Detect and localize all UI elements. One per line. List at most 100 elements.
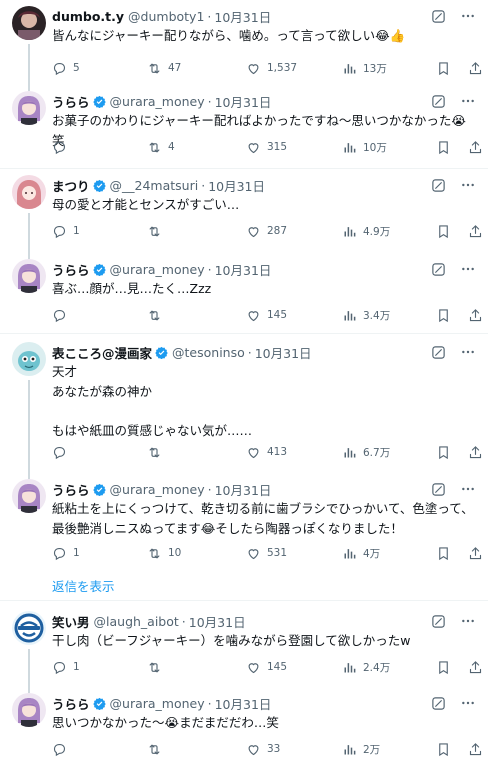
display-name[interactable]: うらら [52,92,90,111]
views-button[interactable]: 4万 [342,543,380,563]
bookmark-button[interactable] [436,305,451,325]
more-icon[interactable] [460,177,476,193]
tweet-date[interactable]: 10月31日 [215,92,272,111]
user-handle[interactable]: @__24matsuri [110,178,199,193]
views-button[interactable]: 2万 [342,739,380,759]
display-name[interactable]: 笑い男 [52,612,90,631]
bookmark-button[interactable] [436,657,451,677]
share-button[interactable] [468,137,483,157]
grok-icon[interactable] [431,9,446,24]
views-button[interactable]: 10万 [342,137,387,157]
grok-icon[interactable] [431,614,446,629]
user-handle[interactable]: @laugh_aibot [94,614,179,629]
like-button[interactable]: 287 [246,221,287,241]
share-button[interactable] [468,657,483,677]
user-handle[interactable]: @urara_money [110,696,205,711]
retweet-icon [147,140,168,155]
bookmark-button[interactable] [436,543,451,563]
more-icon[interactable] [460,8,476,24]
grok-icon[interactable] [431,262,446,277]
share-button[interactable] [468,221,483,241]
views-button[interactable]: 2.4万 [342,657,390,677]
tweet-date[interactable]: 10月31日 [255,343,312,362]
like-count: 145 [267,661,288,673]
retweet-button[interactable] [147,657,168,677]
more-icon[interactable] [460,613,476,629]
avatar[interactable] [12,6,46,40]
grok-icon[interactable] [431,696,446,711]
tweet-date[interactable]: 10月31日 [215,694,272,713]
retweet-button[interactable]: 4 [147,137,175,157]
grok-icon[interactable] [431,178,446,193]
reply-button[interactable] [52,137,73,157]
display-name[interactable]: 表こころ@漫画家 [52,343,152,362]
bookmark-button[interactable] [436,442,451,462]
bookmark-button[interactable] [436,221,451,241]
like-button[interactable]: 33 [246,739,280,759]
more-icon[interactable] [460,93,476,109]
reply-button[interactable] [52,739,73,759]
share-button[interactable] [468,739,483,759]
views-button[interactable]: 4.9万 [342,221,390,241]
share-button[interactable] [468,543,483,563]
views-button[interactable]: 13万 [342,58,387,78]
user-handle[interactable]: @urara_money [110,262,205,277]
display-name[interactable]: dumbo.t.y [52,9,124,24]
retweet-button[interactable] [147,305,168,325]
more-icon[interactable] [460,261,476,277]
grok-icon[interactable] [431,94,446,109]
more-icon[interactable] [460,695,476,711]
avatar[interactable] [12,611,46,645]
user-handle[interactable]: @dumboty1 [128,9,204,24]
like-button[interactable]: 145 [246,657,287,677]
tweet-date[interactable]: 10月31日 [215,260,272,279]
share-button[interactable] [468,58,483,78]
tweet-date[interactable]: 10月31日 [189,612,246,631]
tweet-date[interactable]: 10月31日 [214,7,271,26]
avatar[interactable] [12,175,46,209]
reply-button[interactable]: 1 [52,543,80,563]
bookmark-button[interactable] [436,58,451,78]
like-button[interactable]: 1,537 [246,58,297,78]
reply-button[interactable]: 1 [52,221,80,241]
reply-button[interactable] [52,442,73,462]
like-button[interactable]: 145 [246,305,287,325]
avatar[interactable] [12,91,46,125]
user-handle[interactable]: @urara_money [110,94,205,109]
avatar[interactable] [12,342,46,376]
like-button[interactable]: 531 [246,543,287,563]
share-button[interactable] [468,305,483,325]
retweet-button[interactable] [147,442,168,462]
avatar[interactable] [12,693,46,727]
views-button[interactable]: 3.4万 [342,305,390,325]
tweet-date[interactable]: 10月31日 [208,176,265,195]
grok-icon[interactable] [431,482,446,497]
views-button[interactable]: 6.7万 [342,442,390,462]
like-button[interactable]: 315 [246,137,287,157]
reply-icon [52,308,73,323]
grok-icon[interactable] [431,345,446,360]
user-handle[interactable]: @tesoninso [172,345,245,360]
retweet-button[interactable]: 10 [147,543,181,563]
tweet-date[interactable]: 10月31日 [215,480,272,499]
avatar[interactable] [12,259,46,293]
reply-button[interactable] [52,305,73,325]
retweet-button[interactable] [147,221,168,241]
reply-button[interactable]: 5 [52,58,80,78]
user-handle[interactable]: @urara_money [110,482,205,497]
bookmark-button[interactable] [436,137,451,157]
reply-button[interactable]: 1 [52,657,80,677]
retweet-button[interactable] [147,739,168,759]
display-name[interactable]: うらら [52,694,90,713]
like-button[interactable]: 413 [246,442,287,462]
more-icon[interactable] [460,344,476,360]
display-name[interactable]: まつり [52,176,90,195]
more-icon[interactable] [460,481,476,497]
share-button[interactable] [468,442,483,462]
bookmark-button[interactable] [436,739,451,759]
avatar[interactable] [12,479,46,513]
show-replies-link[interactable]: 返信を表示 [52,576,115,595]
display-name[interactable]: うらら [52,480,90,499]
retweet-button[interactable]: 47 [147,58,181,78]
display-name[interactable]: うらら [52,260,90,279]
